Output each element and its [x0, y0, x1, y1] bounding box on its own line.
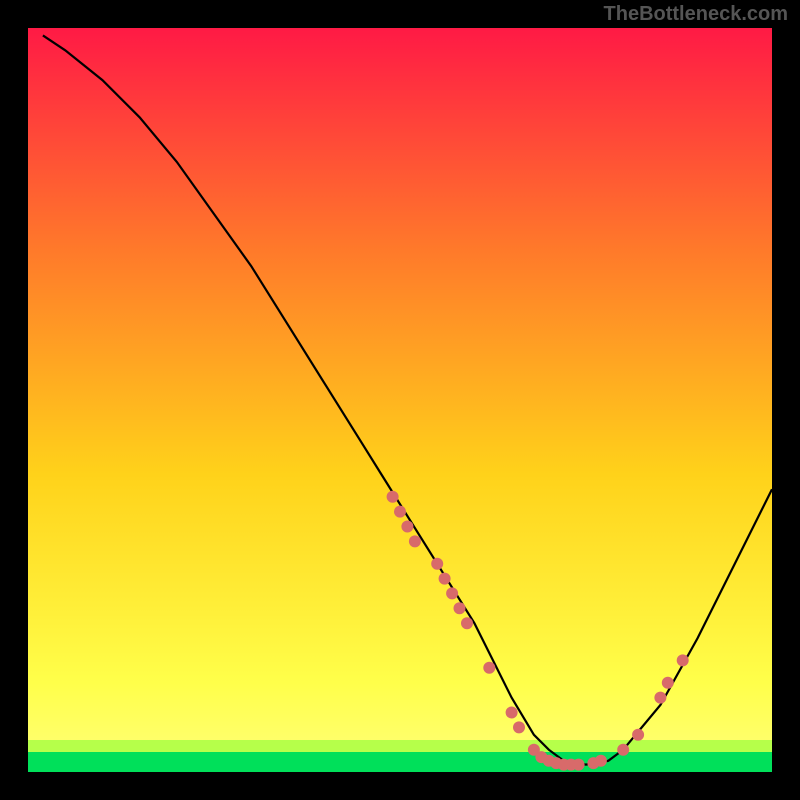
data-marker [461, 617, 473, 629]
data-marker [446, 587, 458, 599]
data-marker [654, 692, 666, 704]
data-marker [662, 677, 674, 689]
data-marker [513, 721, 525, 733]
bottleneck-chart [28, 28, 772, 772]
data-marker [632, 729, 644, 741]
watermark-text: TheBottleneck.com [604, 3, 788, 26]
gradient-background [28, 28, 772, 772]
chart-container [28, 28, 772, 772]
data-marker [401, 521, 413, 533]
data-marker [387, 491, 399, 503]
data-marker [394, 506, 406, 518]
data-marker [439, 573, 451, 585]
data-marker [431, 558, 443, 570]
green-band [28, 752, 772, 772]
data-marker [506, 707, 518, 719]
green-band-fade [28, 740, 772, 752]
data-marker [483, 662, 495, 674]
data-marker [454, 602, 466, 614]
data-marker [617, 744, 629, 756]
data-marker [677, 654, 689, 666]
data-marker [595, 755, 607, 767]
data-marker [409, 535, 421, 547]
data-marker [573, 759, 585, 771]
